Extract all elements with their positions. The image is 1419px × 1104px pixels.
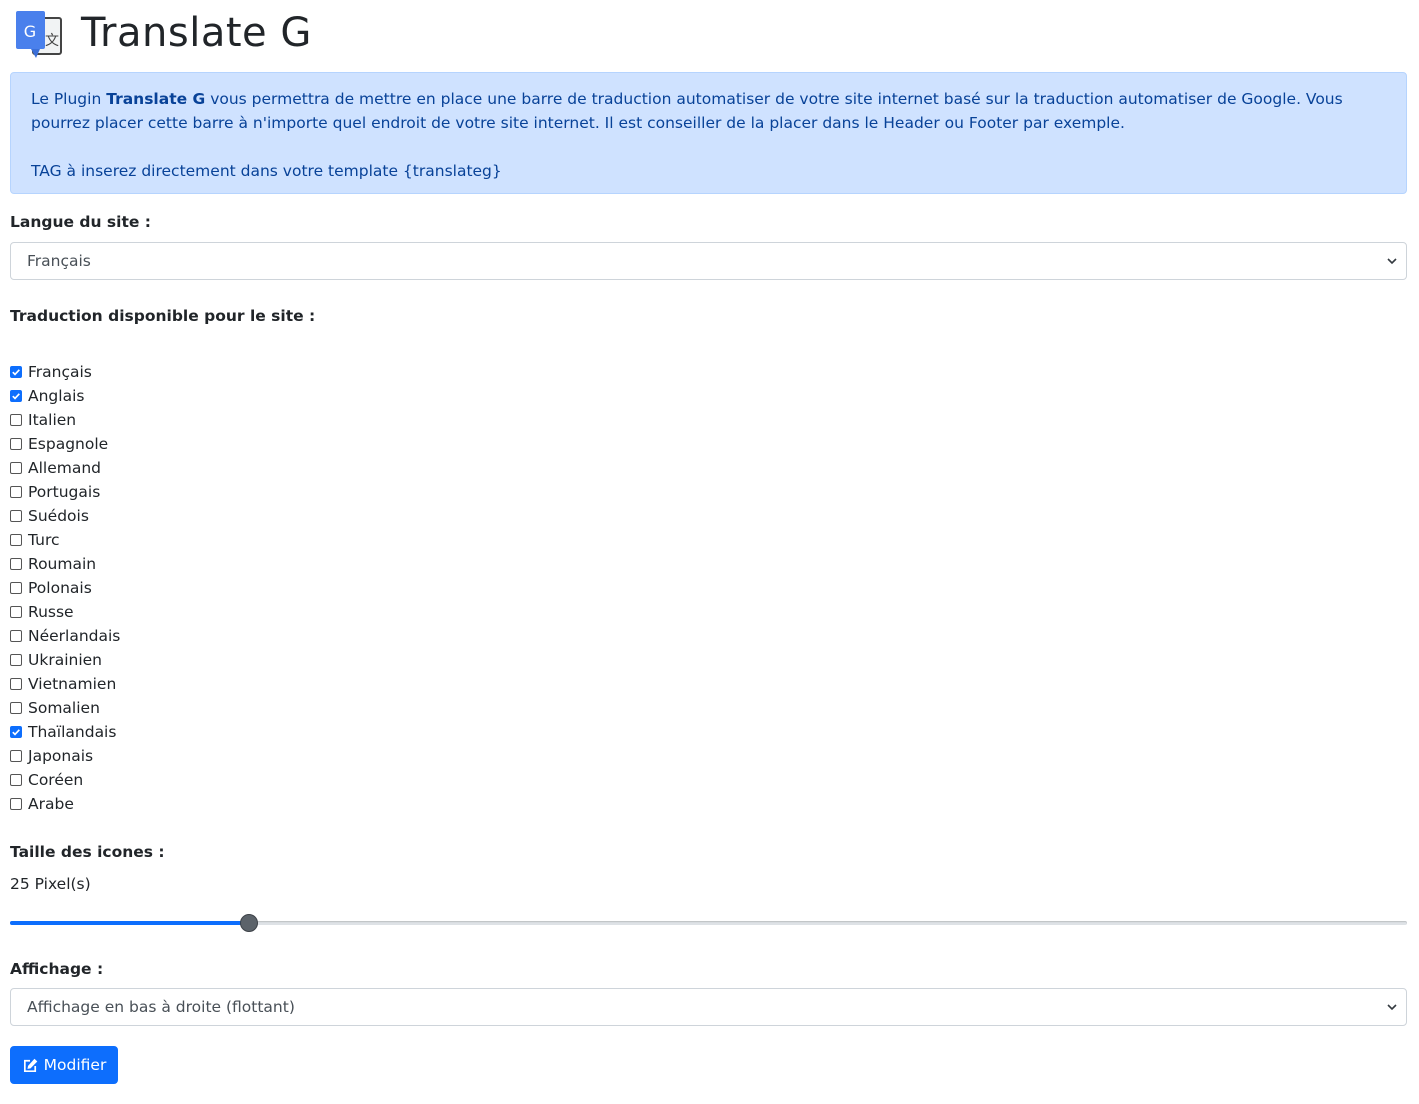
checkbox[interactable] [10, 726, 22, 738]
language-checkbox-label[interactable]: Italien [28, 411, 76, 429]
language-checkbox-label[interactable]: Espagnole [28, 435, 108, 453]
modify-button-label: Modifier [43, 1056, 107, 1074]
info-intro-suffix: vous permettra de mettre en place une ba… [31, 90, 1343, 132]
slider-thumb[interactable] [240, 914, 258, 932]
language-checkbox-row[interactable]: Italien [10, 408, 120, 432]
checkbox[interactable] [10, 582, 22, 594]
language-checkbox-row[interactable]: Turc [10, 528, 120, 552]
checkbox[interactable] [10, 366, 22, 378]
info-alert: Le Plugin Translate G vous permettra de … [10, 72, 1407, 194]
checkbox[interactable] [10, 630, 22, 642]
checkmark-icon [12, 369, 20, 376]
icon-size-value: 25 Pixel(s) [10, 875, 91, 893]
modify-button[interactable]: Modifier [10, 1046, 118, 1084]
display-label: Affichage : [10, 960, 104, 978]
language-checkbox-row[interactable]: Roumain [10, 552, 120, 576]
checkmark-icon [12, 393, 20, 400]
language-checkbox-label[interactable]: Japonais [28, 747, 93, 765]
checkbox[interactable] [10, 654, 22, 666]
info-plugin-name: Translate G [106, 90, 206, 108]
language-checkbox-row[interactable]: Espagnole [10, 432, 120, 456]
language-checkbox-label[interactable]: Somalien [28, 699, 100, 717]
language-checkbox-row[interactable]: Arabe [10, 792, 120, 816]
icon-size-slider[interactable] [10, 913, 1407, 933]
language-checkbox-row[interactable]: Japonais [10, 744, 120, 768]
checkbox[interactable] [10, 462, 22, 474]
language-checkbox-row[interactable]: Russe [10, 600, 120, 624]
checkbox[interactable] [10, 702, 22, 714]
language-checkbox-list: Français Anglais Italien Espagnole Allemand P… [10, 360, 120, 816]
language-checkbox-label[interactable]: Anglais [28, 387, 84, 405]
language-checkbox-row[interactable]: Suédois [10, 504, 120, 528]
language-checkbox-label[interactable]: Thaïlandais [28, 723, 116, 741]
svg-text:G: G [24, 22, 36, 41]
language-checkbox-label[interactable]: Ukrainien [28, 651, 102, 669]
info-intro: Le Plugin Translate G vous permettra de … [31, 87, 1386, 135]
language-checkbox-row[interactable]: Anglais [10, 384, 120, 408]
language-checkbox-row[interactable]: Coréen [10, 768, 120, 792]
language-checkbox-row[interactable]: Thaïlandais [10, 720, 120, 744]
display-value: Affichage en bas à droite (flottant) [27, 998, 295, 1016]
language-checkbox-row[interactable]: Somalien [10, 696, 120, 720]
slider-fill [10, 921, 249, 925]
checkbox[interactable] [10, 510, 22, 522]
language-checkbox-label[interactable]: Russe [28, 603, 74, 621]
checkbox[interactable] [10, 750, 22, 762]
icon-size-label: Taille des icones : [10, 843, 165, 861]
checkbox[interactable] [10, 390, 22, 402]
language-checkbox-row[interactable]: Portugais [10, 480, 120, 504]
language-checkbox-label[interactable]: Turc [28, 531, 60, 549]
chevron-down-icon [1387, 258, 1397, 265]
checkbox[interactable] [10, 438, 22, 450]
language-checkbox-label[interactable]: Suédois [28, 507, 89, 525]
checkbox[interactable] [10, 606, 22, 618]
language-checkbox-label[interactable]: Néerlandais [28, 627, 120, 645]
language-checkbox-row[interactable]: Vietnamien [10, 672, 120, 696]
chevron-down-icon [1387, 1004, 1397, 1011]
edit-icon [23, 1058, 37, 1072]
language-checkbox-row[interactable]: Polonais [10, 576, 120, 600]
checkbox[interactable] [10, 486, 22, 498]
site-language-select[interactable]: Français [10, 242, 1407, 280]
google-translate-icon: G 文 [16, 11, 62, 58]
language-checkbox-label[interactable]: Allemand [28, 459, 101, 477]
language-checkbox-row[interactable]: Ukrainien [10, 648, 120, 672]
checkmark-icon [12, 729, 20, 736]
language-checkbox-label[interactable]: Arabe [28, 795, 74, 813]
site-language-value: Français [27, 252, 91, 270]
language-checkbox-label[interactable]: Polonais [28, 579, 92, 597]
checkbox[interactable] [10, 534, 22, 546]
checkbox[interactable] [10, 558, 22, 570]
checkbox[interactable] [10, 414, 22, 426]
info-tag-text: TAG à inserez directement dans votre tem… [31, 162, 502, 180]
language-checkbox-row[interactable]: Français [10, 360, 120, 384]
display-select[interactable]: Affichage en bas à droite (flottant) [10, 988, 1407, 1026]
site-language-label: Langue du site : [10, 213, 151, 231]
language-checkbox-label[interactable]: Français [28, 363, 92, 381]
info-intro-prefix: Le Plugin [31, 90, 107, 108]
checkbox[interactable] [10, 678, 22, 690]
page-header: G 文 Translate G [14, 6, 312, 60]
language-checkbox-label[interactable]: Coréen [28, 771, 83, 789]
svg-text:文: 文 [45, 33, 59, 49]
language-checkbox-row[interactable]: Allemand [10, 456, 120, 480]
translations-label: Traduction disponible pour le site : [10, 307, 316, 325]
checkbox[interactable] [10, 798, 22, 810]
checkbox[interactable] [10, 774, 22, 786]
language-checkbox-row[interactable]: Néerlandais [10, 624, 120, 648]
page-title: Translate G [81, 10, 312, 56]
language-checkbox-label[interactable]: Vietnamien [28, 675, 116, 693]
language-checkbox-label[interactable]: Portugais [28, 483, 100, 501]
language-checkbox-label[interactable]: Roumain [28, 555, 96, 573]
